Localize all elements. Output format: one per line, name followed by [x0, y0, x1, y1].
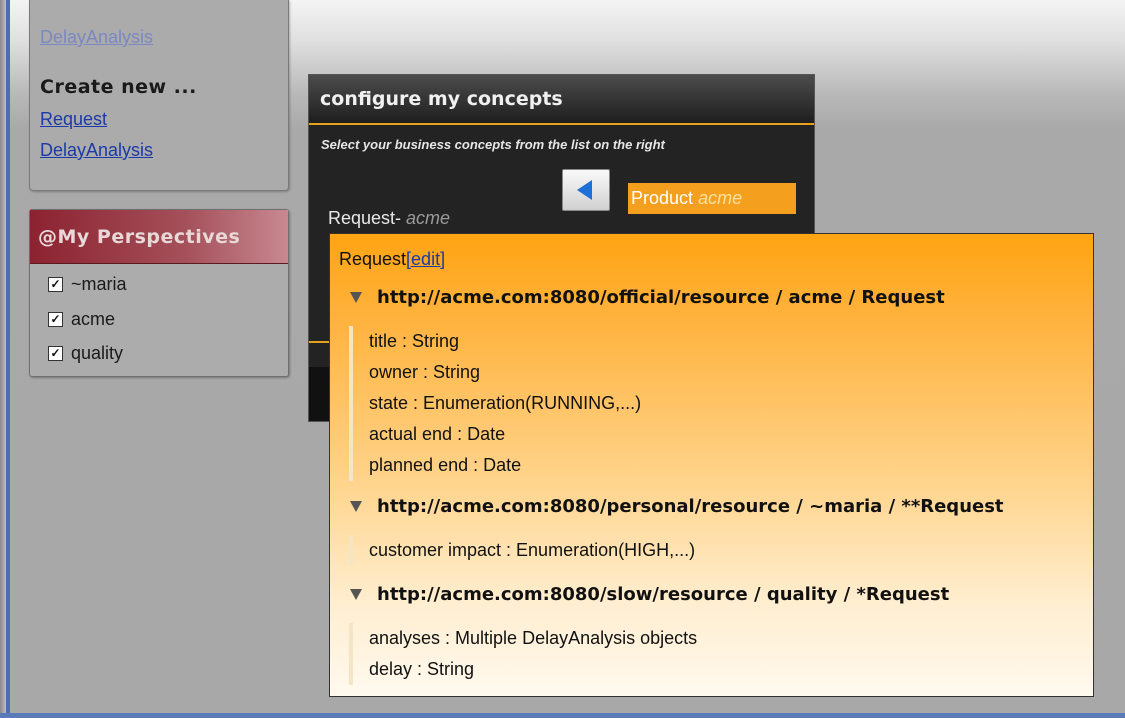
attribute-item: actual end : Date [369, 424, 506, 444]
perspectives-title: My Perspectives [57, 225, 241, 248]
available-concept-product[interactable]: Product acme [628, 183, 796, 214]
configure-title: configure my concepts [320, 88, 563, 110]
section-header-slow[interactable]: http://acme.com:8080/slow/resource / qua… [350, 584, 949, 605]
concept-label: Product [631, 188, 694, 208]
popup-title: Request[edit] [339, 249, 445, 270]
concept-scope: acme [698, 188, 743, 208]
move-left-button[interactable] [562, 169, 610, 211]
perspective-label: ~maria [71, 274, 127, 294]
attribute-item: delay : String [369, 659, 475, 679]
concept-details-popup: Request[edit] http://acme.com:8080/offic… [329, 233, 1094, 697]
create-new-heading: Create new ... [40, 76, 197, 98]
attribute-item: analyses : Multiple DelayAnalysis object… [369, 628, 698, 648]
triangle-down-icon[interactable] [350, 589, 362, 600]
configure-subtitle: Select your business concepts from the l… [321, 137, 665, 152]
checkbox-acme[interactable]: ✓ [48, 312, 63, 327]
perspectives-header[interactable]: @ My Perspectives [30, 210, 288, 264]
section-header-personal[interactable]: http://acme.com:8080/personal/resource /… [350, 496, 1004, 517]
configure-header: configure my concepts [309, 75, 814, 125]
attribute-item: title : String [369, 331, 460, 351]
perspective-label: quality [71, 343, 124, 363]
concept-label: Request [328, 208, 396, 228]
window-bottom-border [0, 713, 1125, 718]
create-request-link[interactable]: Request [40, 109, 107, 130]
attribute-item: owner : String [369, 362, 481, 382]
create-new-panel: DelayAnalysis Create new ... Request Del… [29, 0, 289, 191]
section-header-official[interactable]: http://acme.com:8080/official/resource /… [350, 287, 945, 308]
previous-delayanalysis-link[interactable]: DelayAnalysis [40, 27, 153, 48]
attribute-item: planned end : Date [369, 455, 522, 475]
triangle-down-icon[interactable] [350, 292, 362, 303]
section-title: http://acme.com:8080/personal/resource /… [377, 496, 1004, 517]
perspective-item-acme[interactable]: ✓ acme [48, 309, 115, 330]
triangle-down-icon[interactable] [350, 501, 362, 512]
checkbox-maria[interactable]: ✓ [48, 277, 63, 292]
at-icon: @ [38, 225, 58, 248]
checkbox-quality[interactable]: ✓ [48, 346, 63, 361]
popup-concept-name: Request [339, 249, 407, 269]
attribute-item: customer impact : Enumeration(HIGH,...) [369, 540, 696, 560]
perspective-label: acme [71, 309, 116, 329]
attribute-list-personal: customer impact : Enumeration(HIGH,...) [349, 535, 695, 566]
edit-link[interactable]: [edit] [406, 249, 445, 269]
selected-concept-request[interactable]: Request- acme [328, 208, 450, 229]
create-delayanalysis-link[interactable]: DelayAnalysis [40, 140, 153, 161]
section-title: http://acme.com:8080/slow/resource / qua… [377, 584, 950, 605]
section-title: http://acme.com:8080/official/resource /… [377, 287, 945, 308]
attribute-list-slow: analyses : Multiple DelayAnalysis object… [349, 623, 697, 685]
attribute-list-official: title : String owner : String state : En… [349, 326, 641, 481]
perspective-item-maria[interactable]: ✓ ~maria [48, 274, 127, 295]
arrow-left-icon [577, 180, 592, 200]
concept-scope: acme [406, 208, 451, 228]
perspective-item-quality[interactable]: ✓ quality [48, 343, 123, 364]
attribute-item: state : Enumeration(RUNNING,...) [369, 393, 642, 413]
my-perspectives-panel: @ My Perspectives ✓ ~maria ✓ acme ✓ qual… [29, 209, 289, 377]
